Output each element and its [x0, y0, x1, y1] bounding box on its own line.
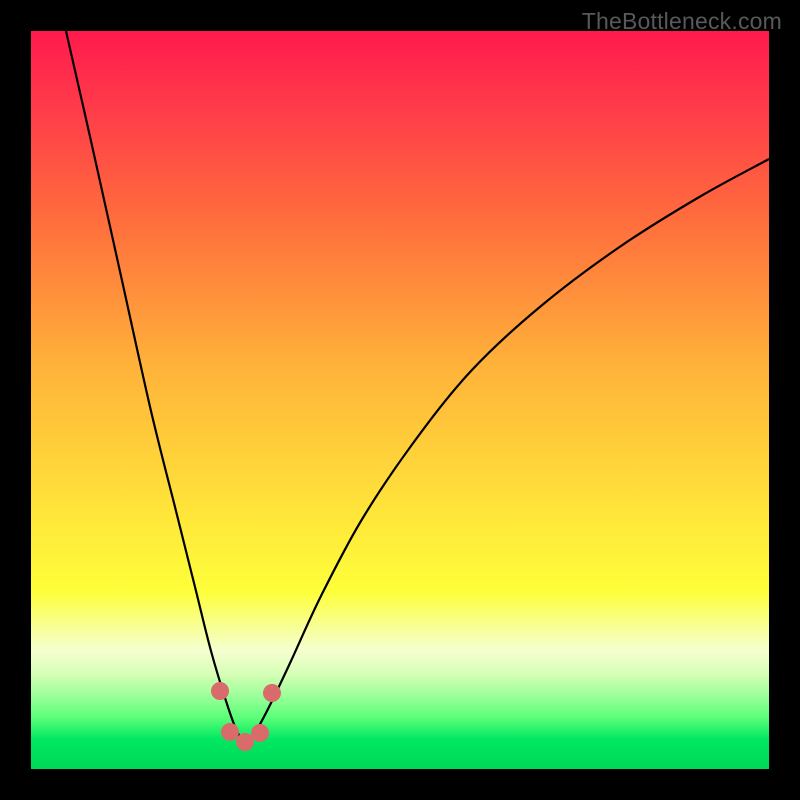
curve-line: [66, 31, 769, 744]
plot-area: [31, 31, 769, 769]
trough-marker: [263, 684, 281, 702]
trough-marker: [251, 724, 269, 742]
trough-marker: [211, 682, 229, 700]
trough-marker: [236, 733, 254, 751]
trough-marker: [221, 723, 239, 741]
marker-group: [211, 682, 281, 751]
watermark-text: TheBottleneck.com: [582, 8, 782, 35]
chart-svg: [31, 31, 769, 769]
